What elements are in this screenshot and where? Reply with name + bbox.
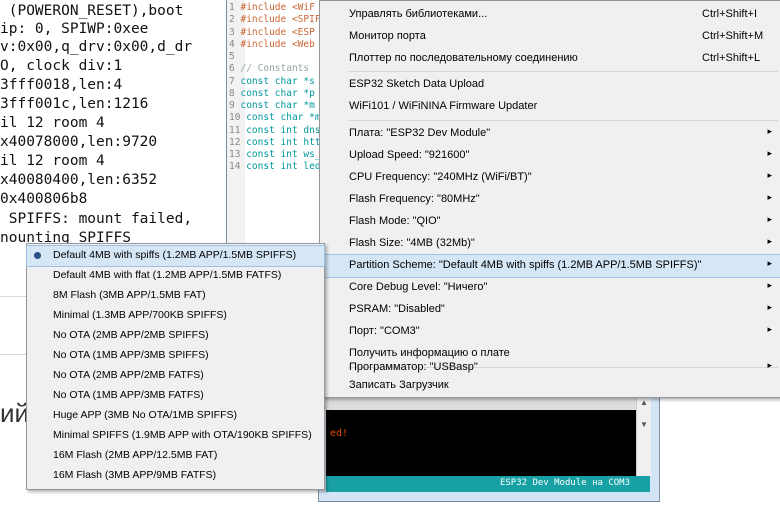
code-line: const char *m xyxy=(246,112,320,123)
serial-line: 0x400806b8 xyxy=(0,191,88,207)
console-output xyxy=(326,410,636,476)
serial-output: (POWERON_RESET),boot ip: 0, SPIWP:0xee v… xyxy=(0,0,226,248)
partition-option[interactable]: No OTA (1MB APP/3MB FATFS) xyxy=(27,386,324,406)
code-line: const char *m xyxy=(240,100,315,111)
menu-item-cpu-frequency[interactable]: CPU Frequency: "240MHz (WiFi/BT)" ▸ xyxy=(320,167,780,189)
serial-line: (POWERON_RESET),boot xyxy=(0,3,184,19)
line-number: 3 xyxy=(229,27,235,38)
menu-item-burn-bootloader[interactable]: Записать Загрузчик xyxy=(320,375,780,397)
selected-bullet-icon xyxy=(34,252,41,259)
line-number: 6 xyxy=(229,63,235,74)
serial-line: x40078000,len:9720 xyxy=(0,134,158,150)
menu-item-flash-size[interactable]: Flash Size: "4MB (32Mb)" ▸ xyxy=(320,233,780,255)
serial-line: x40080400,len:6352 xyxy=(0,172,158,188)
line-number: 11 xyxy=(229,125,241,136)
menu-item-upload-speed[interactable]: Upload Speed: "921600" ▸ xyxy=(320,145,780,167)
code-line: #include <Web xyxy=(240,39,315,50)
console-scrollbar[interactable]: ▲ ▼ xyxy=(636,396,651,476)
submenu-arrow-icon: ▸ xyxy=(767,214,772,224)
menu-item-manage-libraries[interactable]: Управлять библиотеками... Ctrl+Shift+I xyxy=(320,4,780,26)
submenu-arrow-icon: ▸ xyxy=(767,360,772,370)
partition-option[interactable]: 16M Flash (3MB APP/9MB FATFS) xyxy=(27,466,324,486)
code-line: const char *s xyxy=(240,76,315,87)
line-number: 7 xyxy=(229,76,235,87)
partition-option[interactable]: Minimal (1.3MB APP/700KB SPIFFS) xyxy=(27,306,324,326)
status-bar: ESP32 Dev Module на COM3 xyxy=(326,476,650,492)
menu-item-port[interactable]: Порт: "COM3" ▸ xyxy=(320,321,780,343)
line-number: 12 xyxy=(229,137,241,148)
serial-line: 3fff001c,len:1216 xyxy=(0,96,149,112)
submenu-arrow-icon: ▸ xyxy=(767,280,772,290)
menu-item-serial-plotter[interactable]: Плоттер по последовательному соединению C… xyxy=(320,48,780,70)
board-status: ESP32 Dev Module на COM3 xyxy=(499,478,630,488)
menu-separator xyxy=(348,120,778,121)
menu-item-psram[interactable]: PSRAM: "Disabled" ▸ xyxy=(320,299,780,321)
serial-line: v:0x00,q_drv:0x00,d_dr xyxy=(0,39,193,55)
partition-option-selected[interactable]: Default 4MB with spiffs (1.2MB APP/1.5MB… xyxy=(26,245,325,267)
partition-option[interactable]: 16M Flash (2MB APP/12.5MB FAT) xyxy=(27,446,324,466)
scroll-up-icon[interactable]: ▲ xyxy=(640,398,648,407)
console-message: ed! xyxy=(330,428,349,439)
code-editor[interactable]: 1 #include <WiF 2 #include <SPIF 3 #incl… xyxy=(226,0,320,270)
submenu-arrow-icon: ▸ xyxy=(767,302,772,312)
serial-line: il 12 room 4 xyxy=(0,153,105,169)
menu-item-firmware-updater[interactable]: WiFi101 / WiFiNINA Firmware Updater xyxy=(320,96,780,118)
code-line: const int htt xyxy=(246,137,320,148)
menu-separator xyxy=(348,71,778,72)
scroll-down-icon[interactable]: ▼ xyxy=(640,420,648,429)
line-number: 9 xyxy=(229,100,235,111)
line-number: 8 xyxy=(229,88,235,99)
code-line: const char *p xyxy=(240,88,315,99)
code-line: #include <ESP xyxy=(240,27,315,38)
line-number: 1 xyxy=(229,2,235,13)
submenu-arrow-icon: ▸ xyxy=(767,126,772,136)
partition-option[interactable]: Huge APP (3MB No OTA/1MB SPIFFS) xyxy=(27,406,324,426)
code-line: // Constants xyxy=(240,63,310,74)
submenu-arrow-icon: ▸ xyxy=(767,236,772,246)
partition-option[interactable]: Default 4MB with ffat (1.2MB APP/1.5MB F… xyxy=(27,266,324,286)
serial-line: O, clock div:1 xyxy=(0,58,123,74)
tools-menu: Управлять библиотеками... Ctrl+Shift+I Мо… xyxy=(319,0,780,398)
submenu-arrow-icon: ▸ xyxy=(767,258,772,268)
serial-line: il 12 room 4 xyxy=(0,115,105,131)
partition-option[interactable]: No OTA (1MB APP/3MB SPIFFS) xyxy=(27,346,324,366)
partition-option[interactable]: No OTA (2MB APP/2MB SPIFFS) xyxy=(27,326,324,346)
menu-item-flash-frequency[interactable]: Flash Frequency: "80MHz" ▸ xyxy=(320,189,780,211)
submenu-arrow-icon: ▸ xyxy=(767,148,772,158)
line-number: 2 xyxy=(229,14,235,25)
menu-item-partition-scheme[interactable]: Partition Scheme: "Default 4MB with spif… xyxy=(319,254,780,278)
menu-item-flash-mode[interactable]: Flash Mode: "QIO" ▸ xyxy=(320,211,780,233)
line-number: 14 xyxy=(229,161,241,172)
menu-item-core-debug-level[interactable]: Core Debug Level: "Ничего" ▸ xyxy=(320,277,780,299)
menu-item-board[interactable]: Плата: "ESP32 Dev Module" ▸ xyxy=(320,123,780,145)
serial-line: ip: 0, SPIWP:0xee xyxy=(0,21,149,37)
serial-line: 3fff0018,len:4 xyxy=(0,77,123,93)
partition-option[interactable]: Minimal SPIFFS (1.9MB APP with OTA/190KB… xyxy=(27,426,324,446)
line-number: 13 xyxy=(229,149,241,160)
submenu-arrow-icon: ▸ xyxy=(767,192,772,202)
partition-option[interactable]: No OTA (2MB APP/2MB FATFS) xyxy=(27,366,324,386)
page-text-fragment: ий xyxy=(0,398,30,428)
code-line: const int dns xyxy=(246,125,320,136)
submenu-arrow-icon: ▸ xyxy=(767,324,772,334)
menu-item-serial-monitor[interactable]: Монитор порта Ctrl+Shift+M xyxy=(320,26,780,48)
partition-scheme-submenu: Default 4MB with spiffs (1.2MB APP/1.5MB… xyxy=(26,243,325,490)
serial-line: SPIFFS: mount failed, xyxy=(0,211,193,227)
code-line: const int ws_ xyxy=(246,149,320,160)
line-number: 4 xyxy=(229,39,235,50)
code-line: const int led xyxy=(246,161,320,172)
submenu-arrow-icon: ▸ xyxy=(767,170,772,180)
line-number: 10 xyxy=(229,112,241,123)
code-line: #include <SPIF xyxy=(240,14,320,25)
partition-option[interactable]: 8M Flash (3MB APP/1.5MB FAT) xyxy=(27,286,324,306)
code-line: #include <WiF xyxy=(240,2,315,13)
console-header xyxy=(318,396,650,410)
menu-item-sketch-data-upload[interactable]: ESP32 Sketch Data Upload xyxy=(320,74,780,96)
line-number: 5 xyxy=(229,51,235,62)
